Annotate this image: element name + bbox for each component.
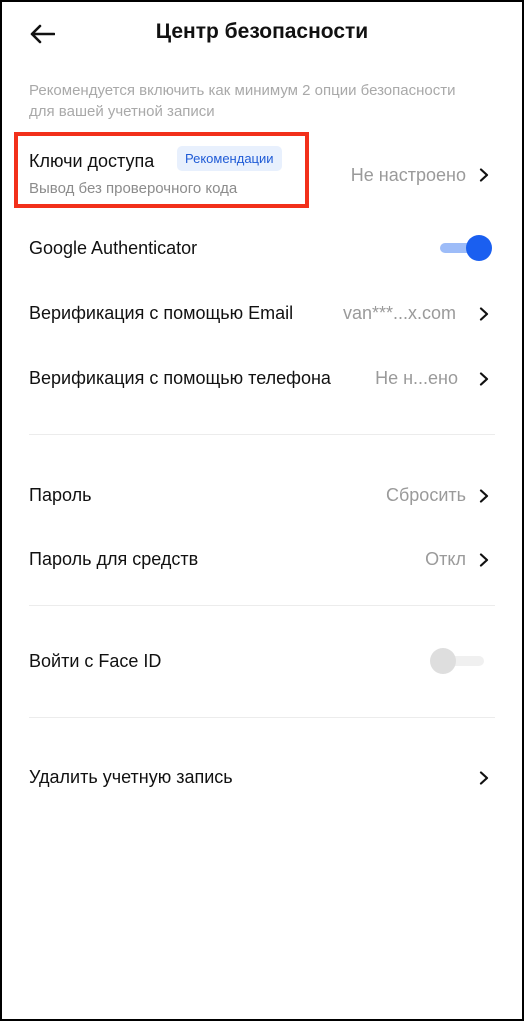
security-center-screen: Центр безопасности Рекомендуется включит… <box>0 0 524 1021</box>
page-title: Центр безопасности <box>155 20 369 43</box>
fund-password-row[interactable]: Пароль для средств Откл <box>2 536 522 586</box>
phone-verification-label: Верификация с помощью телефона <box>29 368 331 388</box>
password-reset-value: Сбросить <box>385 485 466 505</box>
delete-account-row[interactable]: Удалить учетную запись <box>2 754 522 804</box>
chevron-right-icon <box>478 167 490 183</box>
face-id-toggle[interactable] <box>430 648 488 674</box>
fund-password-label: Пароль для средств <box>29 549 199 569</box>
chevron-right-icon <box>478 552 490 568</box>
chevron-right-icon <box>478 371 490 387</box>
google-authenticator-row: Google Authenticator <box>2 224 522 274</box>
email-verification-value: van***...x.com <box>342 303 456 323</box>
google-authenticator-toggle[interactable] <box>440 235 492 261</box>
header: Центр безопасности <box>2 2 522 66</box>
passkeys-status: Не настроено <box>350 165 466 185</box>
face-id-label: Войти с Face ID <box>29 651 162 671</box>
chevron-right-icon <box>478 306 490 322</box>
security-recommendation-text: Рекомендуется включить как минимум 2 опц… <box>29 82 456 120</box>
delete-account-label: Удалить учетную запись <box>29 767 233 787</box>
google-authenticator-label: Google Authenticator <box>29 238 198 258</box>
chevron-right-icon <box>478 770 490 786</box>
fund-password-value: Откл <box>425 549 466 569</box>
section-divider <box>29 717 495 718</box>
email-verification-row[interactable]: Верификация с помощью Email van***...x.c… <box>2 289 522 339</box>
phone-verification-value: Не н...ено <box>375 368 458 388</box>
phone-verification-row[interactable]: Верификация с помощью телефона Не н...ен… <box>2 354 522 404</box>
passkeys-highlight-box <box>14 132 309 208</box>
section-divider <box>29 434 495 435</box>
email-verification-label: Верификация с помощью Email <box>29 303 294 323</box>
toggle-knob <box>430 648 456 674</box>
chevron-right-icon <box>478 488 490 504</box>
section-divider <box>29 605 495 606</box>
password-label: Пароль <box>29 485 92 505</box>
toggle-knob <box>466 235 492 261</box>
face-id-row: Войти с Face ID <box>2 638 522 688</box>
password-row[interactable]: Пароль Сбросить <box>2 472 522 522</box>
